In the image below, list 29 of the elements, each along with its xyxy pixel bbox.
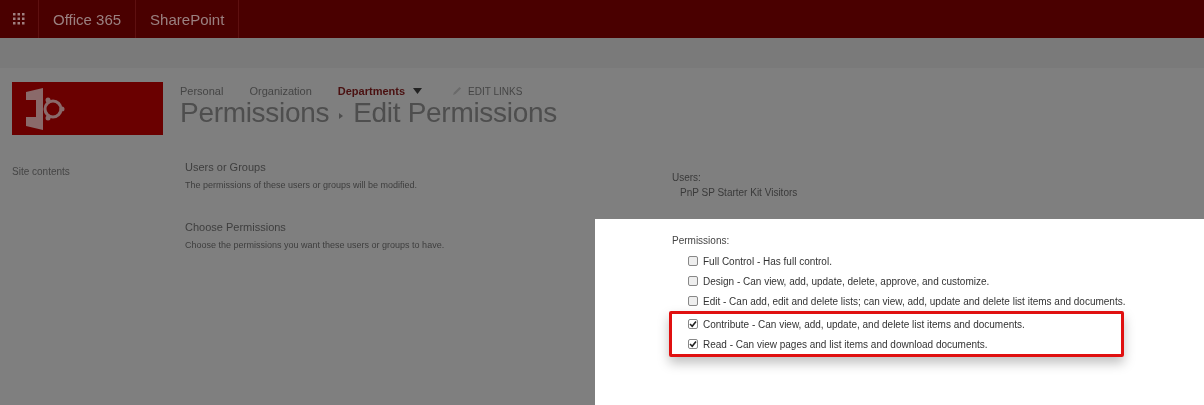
checkbox[interactable] <box>688 276 698 286</box>
caret-icon[interactable] <box>413 88 423 94</box>
nav-link[interactable]: Departments <box>337 85 406 97</box>
edit-links-link[interactable]: EDIT LINKS <box>452 85 523 97</box>
permission-option[interactable]: Read - Can view pages and list items and download documents. <box>672 334 1121 354</box>
checkbox[interactable] <box>688 256 698 266</box>
section-heading: Users or Groups <box>185 161 267 173</box>
permission-label: Contribute - Can view, add, update, and delete list items and documents. <box>703 318 1025 330</box>
permissions-label: Permissions: <box>672 235 731 246</box>
permission-label: Read - Can view pages and list items and download documents. <box>703 338 988 350</box>
permission-option[interactable]: Design - Can view, add, update, delete, approve, and customize. <box>672 271 1204 291</box>
checkbox[interactable] <box>688 319 698 329</box>
users-label: Users: <box>672 172 702 183</box>
nav-link[interactable]: Organization <box>249 85 312 97</box>
app-launcher-icon[interactable] <box>13 13 25 25</box>
nav-link[interactable]: Personal <box>180 85 224 97</box>
site-logo[interactable] <box>12 82 163 135</box>
section-heading: Choose Permissions <box>185 221 287 233</box>
permission-option[interactable]: Contribute - Can view, add, update, and delete list items and documents. <box>672 314 1121 334</box>
users-value: PnP SP Starter Kit Visitors <box>679 187 799 198</box>
breadcrumb-separator-icon <box>338 112 345 120</box>
checkbox[interactable] <box>688 296 698 306</box>
permission-label: Edit - Can add, edit and delete lists; can view, add, update and delete list items and documents. <box>703 295 1126 307</box>
permission-label: Full Control - Has full control. <box>703 255 832 267</box>
checkbox[interactable] <box>688 339 698 349</box>
permission-label: Design - Can view, add, update, delete, approve, and customize. <box>703 275 990 287</box>
permission-option[interactable]: Edit - Can add, edit and delete lists; can view, add, update and delete list items and documents. <box>672 291 1204 311</box>
permission-option[interactable]: Full Control - Has full control. <box>672 251 1204 271</box>
sidebar-link[interactable]: Site contents <box>12 166 70 177</box>
